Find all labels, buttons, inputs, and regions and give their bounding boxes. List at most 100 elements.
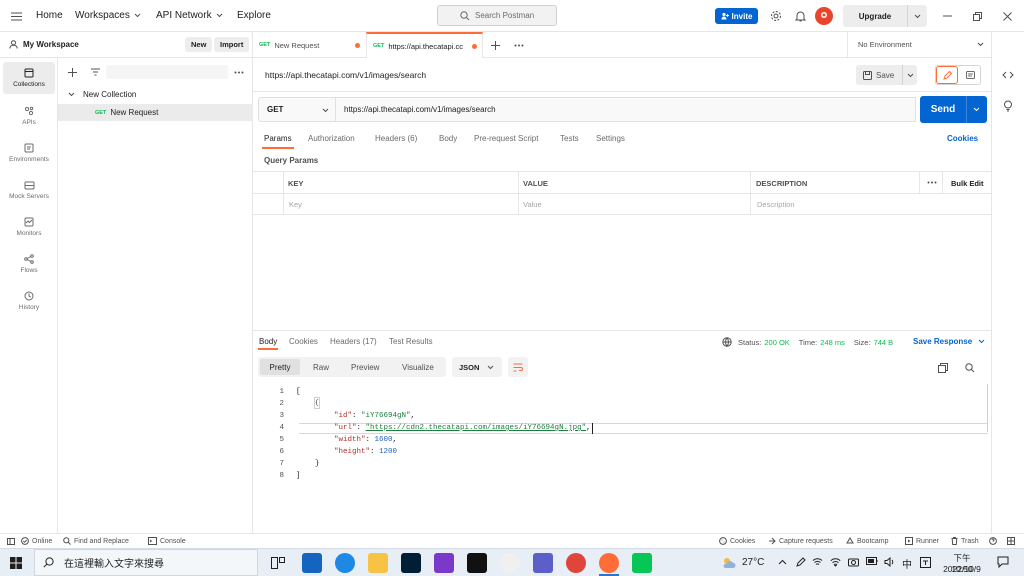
save-button[interactable]: Save	[856, 65, 917, 85]
camera-icon[interactable]	[848, 557, 859, 567]
view-pretty[interactable]: Pretty	[260, 359, 300, 375]
console-button[interactable]: Console	[148, 537, 186, 545]
filter-icon[interactable]	[90, 67, 100, 77]
bootcamp-button[interactable]: Bootcamp	[846, 537, 889, 545]
chevron-down-icon[interactable]	[914, 14, 921, 19]
value-input[interactable]: Value	[523, 200, 542, 209]
tab-tests[interactable]: Tests	[560, 134, 579, 143]
send-button[interactable]: Send	[920, 96, 987, 123]
weather-icon[interactable]	[721, 556, 737, 569]
ime-mode-icon[interactable]	[920, 557, 931, 568]
key-input[interactable]: Key	[289, 200, 302, 209]
minimize-window-icon[interactable]	[942, 11, 952, 21]
response-tab-test-results[interactable]: Test Results	[389, 337, 433, 346]
jetbrains-ide-icon[interactable]	[467, 553, 487, 573]
sidebar-item-environments[interactable]: Environments	[3, 137, 55, 169]
response-tab-headers[interactable]: Headers (17)	[330, 337, 377, 346]
tab-new-request[interactable]: GET New Request	[253, 32, 365, 58]
description-input[interactable]: Description	[757, 200, 795, 209]
volume-icon[interactable]	[884, 557, 895, 567]
toggle-sidebar-icon[interactable]	[7, 538, 15, 545]
code-snippet-icon[interactable]	[1002, 70, 1014, 80]
sidebar-item-flows[interactable]: Flows	[3, 248, 55, 280]
more-tabs-icon[interactable]	[514, 43, 524, 47]
copy-icon[interactable]	[938, 363, 948, 373]
add-collection-icon[interactable]	[67, 67, 77, 77]
clock-date[interactable]: 2022/10/9	[940, 564, 984, 574]
save-response-button[interactable]: Save Response	[913, 337, 985, 346]
chrome-browser-icon[interactable]	[566, 553, 586, 573]
capture-requests-button[interactable]: Capture requests	[768, 537, 833, 545]
sidebar-item-apis[interactable]: APIs	[3, 100, 55, 132]
tab-params[interactable]: Params	[264, 134, 292, 143]
visual-studio-icon[interactable]	[434, 553, 454, 573]
file-explorer-icon[interactable]	[368, 553, 388, 573]
avatar[interactable]	[815, 7, 833, 25]
settings-gear-icon[interactable]	[769, 9, 783, 23]
battery-icon[interactable]	[866, 557, 878, 565]
size-value[interactable]: 744 B	[874, 338, 894, 347]
network-icon[interactable]	[812, 557, 823, 567]
method-select[interactable]: GET	[258, 97, 336, 122]
nav-workspaces[interactable]: Workspaces	[75, 10, 141, 21]
nav-api-network[interactable]: API Network	[156, 10, 223, 21]
photoshop-icon[interactable]	[401, 553, 421, 573]
collection-item[interactable]: New Collection	[58, 87, 253, 102]
sidebar-item-history[interactable]: History	[3, 285, 55, 317]
view-preview[interactable]: Preview	[351, 363, 379, 372]
mail-app-icon[interactable]	[302, 553, 322, 573]
trash-button[interactable]: Trash	[951, 537, 979, 545]
request-item[interactable]: GET New Request	[58, 104, 253, 121]
tab-headers[interactable]: Headers (6)	[375, 134, 417, 143]
upgrade-button[interactable]: Upgrade	[843, 5, 927, 27]
tab-pre-request-script[interactable]: Pre-request Script	[474, 134, 538, 143]
view-raw[interactable]: Raw	[313, 363, 329, 372]
find-replace-button[interactable]: Find and Replace	[63, 537, 129, 545]
new-tab-icon[interactable]	[490, 40, 500, 50]
tab-thecatapi[interactable]: GET https://api.thecatapi.cc	[366, 32, 483, 58]
status-value[interactable]: 200 OK	[764, 338, 789, 347]
new-button[interactable]: New	[185, 37, 213, 52]
response-tab-cookies[interactable]: Cookies	[289, 337, 318, 346]
postman-app-icon[interactable]	[599, 553, 619, 573]
tab-settings[interactable]: Settings	[596, 134, 625, 143]
search-postman-box[interactable]: Search Postman	[437, 5, 557, 26]
windows-start-icon[interactable]	[10, 557, 22, 569]
nav-explore[interactable]: Explore	[237, 10, 271, 21]
nav-home[interactable]: Home	[36, 10, 63, 21]
sidebar-item-mock-servers[interactable]: Mock Servers	[3, 174, 55, 206]
sidebar-item-collections[interactable]: Collections	[3, 62, 55, 94]
time-value[interactable]: 248 ms	[820, 338, 845, 347]
close-window-icon[interactable]	[1002, 11, 1012, 21]
url-input[interactable]: https://api.thecatapi.com/v1/images/sear…	[335, 97, 916, 122]
restore-window-icon[interactable]	[972, 11, 982, 21]
edge-browser-icon[interactable]	[335, 553, 355, 573]
import-button[interactable]: Import	[214, 37, 250, 52]
hamburger-menu-icon[interactable]	[10, 10, 22, 22]
view-visualize[interactable]: Visualize	[402, 363, 434, 372]
json-value-url-link[interactable]: "https://cdn2.thecatapi.com/images/iY766…	[366, 422, 587, 434]
chevron-up-icon[interactable]	[778, 559, 787, 565]
taskbar-search-box[interactable]: 在這裡輸入文字來搜尋	[34, 549, 258, 576]
comments-icon[interactable]	[959, 66, 981, 84]
wifi-icon[interactable]	[830, 557, 841, 567]
help-icon[interactable]	[989, 537, 997, 545]
cookies-button[interactable]: Cookies	[719, 537, 755, 545]
search-icon[interactable]	[965, 363, 975, 373]
stylus-icon[interactable]	[796, 557, 806, 567]
layout-icon[interactable]	[1007, 537, 1015, 545]
more-options-icon[interactable]	[234, 68, 244, 76]
tab-body[interactable]: Body	[439, 134, 457, 143]
cookies-link[interactable]: Cookies	[947, 134, 978, 143]
sidebar-item-monitors[interactable]: Monitors	[3, 211, 55, 243]
tab-authorization[interactable]: Authorization	[308, 134, 355, 143]
collection-search-input[interactable]	[106, 65, 228, 79]
workspace-name[interactable]: My Workspace	[23, 40, 79, 49]
invite-button[interactable]: Invite	[715, 8, 758, 24]
chevron-down-icon[interactable]	[907, 73, 914, 78]
edit-pencil-icon[interactable]	[936, 66, 958, 84]
app-icon[interactable]	[500, 553, 520, 573]
notification-bell-icon[interactable]	[793, 9, 807, 23]
response-tab-body[interactable]: Body	[259, 337, 277, 346]
environment-selector[interactable]: No Environment	[847, 32, 991, 58]
